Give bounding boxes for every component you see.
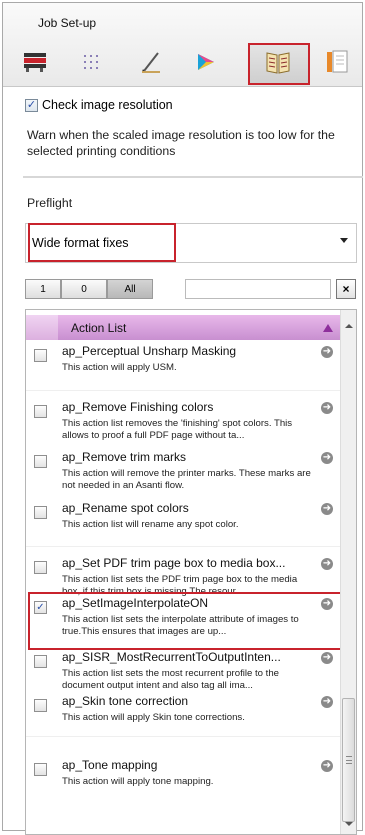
row-checkbox[interactable]	[34, 506, 47, 519]
action-name: ap_Perceptual Unsharp Masking	[62, 344, 237, 358]
grip-icon	[346, 756, 352, 764]
arrow-right-icon[interactable]: ➜	[321, 760, 333, 772]
action-list-header-label: Action List	[71, 321, 127, 335]
filter-search-input[interactable]	[185, 279, 331, 299]
filter-button-0[interactable]: 0	[61, 279, 107, 299]
toolbar	[3, 43, 364, 85]
job-setup-panel: Job Set-up ✓ Check image resolution Warn…	[2, 2, 363, 835]
section-divider	[23, 176, 363, 178]
row-checkbox[interactable]	[34, 349, 47, 362]
row-checkbox[interactable]	[34, 405, 47, 418]
selected-row-highlight	[28, 592, 354, 650]
row-divider	[26, 390, 341, 391]
scrollbar-thumb[interactable]	[342, 698, 355, 822]
pen-icon[interactable]	[136, 49, 166, 75]
action-description: This action list sets the most recurrent…	[62, 668, 280, 691]
book-icon[interactable]	[263, 49, 293, 75]
grid-icon[interactable]	[78, 49, 108, 75]
preflight-highlight	[28, 223, 176, 262]
row-divider	[26, 546, 341, 547]
action-description: This action list will rename any spot co…	[62, 519, 239, 530]
action-list-header[interactable]: Action List	[26, 315, 341, 340]
action-name: ap_Set PDF trim page box to media box...	[62, 556, 286, 570]
clear-filter-button[interactable]: ×	[336, 279, 356, 299]
action-name: ap_Tone mapping	[62, 758, 158, 772]
row-divider	[26, 736, 341, 737]
filter-bar: 1 0 All ×	[25, 279, 357, 301]
color-wheel-icon[interactable]	[191, 49, 221, 75]
panel-header: Job Set-up	[3, 3, 362, 87]
row-checkbox[interactable]	[34, 655, 47, 668]
action-description: This action will remove the printer mark…	[62, 468, 311, 491]
action-name: ap_Skin tone correction	[62, 694, 189, 708]
scroll-up-icon[interactable]	[345, 324, 353, 328]
document-icon[interactable]	[323, 49, 353, 75]
row-checkbox[interactable]	[34, 561, 47, 574]
row-checkbox[interactable]	[34, 455, 47, 468]
arrow-right-icon[interactable]: ➜	[321, 402, 333, 414]
action-name: ap_Rename spot colors	[62, 501, 189, 515]
action-description: This action will apply Skin tone correct…	[62, 712, 245, 723]
check-image-resolution-checkbox[interactable]: ✓	[25, 98, 38, 112]
action-name: ap_SISR_MostRecurrentToOutputInten...	[62, 650, 281, 664]
arrow-right-icon[interactable]: ➜	[321, 652, 333, 664]
action-name: ap_Remove trim marks	[62, 450, 187, 464]
filter-button-1[interactable]: 1	[25, 279, 61, 299]
sort-ascending-icon[interactable]	[323, 324, 333, 332]
preflight-label: Preflight	[27, 196, 73, 210]
chevron-down-icon[interactable]	[340, 238, 348, 243]
arrow-right-icon[interactable]: ➜	[321, 696, 333, 708]
close-icon: ×	[342, 282, 350, 296]
check-image-resolution-label: Check image resolution	[42, 98, 173, 112]
action-description: This action will apply USM.	[62, 362, 177, 373]
panel-title: Job Set-up	[38, 16, 97, 30]
row-checkbox[interactable]	[34, 699, 47, 712]
list-scrollbar[interactable]	[340, 310, 356, 834]
action-name: ap_Remove Finishing colors	[62, 400, 214, 414]
arrow-right-icon[interactable]: ➜	[321, 346, 333, 358]
action-description: This action will apply tone mapping.	[62, 776, 214, 787]
row-checkbox[interactable]	[34, 763, 47, 776]
check-image-resolution-row[interactable]: ✓ Check image resolution	[25, 98, 173, 112]
arrow-right-icon[interactable]: ➜	[321, 558, 333, 570]
filter-button-all[interactable]: All	[107, 279, 153, 299]
action-list: Action List ap_Perceptual Unsharp Maskin…	[25, 309, 357, 835]
scroll-down-icon[interactable]	[345, 822, 353, 826]
arrow-right-icon[interactable]: ➜	[321, 503, 333, 515]
action-description: This action list removes the 'finishing'…	[62, 418, 293, 441]
arrow-right-icon[interactable]: ➜	[321, 452, 333, 464]
resolution-warning-text: Warn when the scaled image resolution is…	[27, 128, 335, 158]
color-bars-icon[interactable]	[21, 49, 51, 75]
header-checkbox-column	[26, 315, 58, 340]
